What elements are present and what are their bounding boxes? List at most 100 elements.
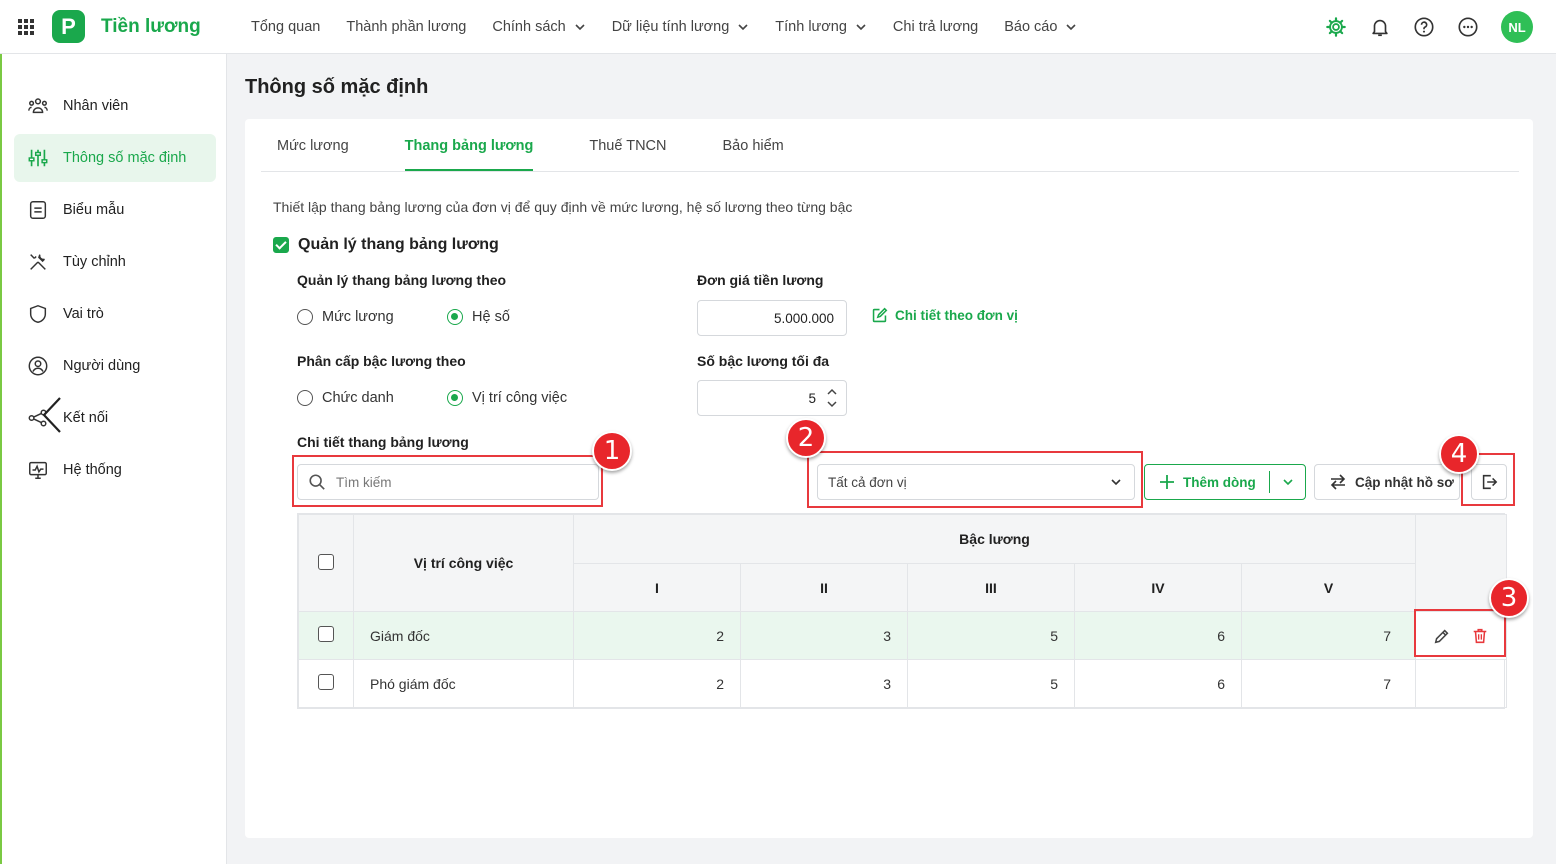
nav-thanh-phan-luong[interactable]: Thành phần lương <box>346 19 466 35</box>
nav-du-lieu-tinh-luong[interactable]: Dữ liệu tính lương <box>612 19 750 35</box>
column-group-grades: Bậc lương <box>572 514 1417 564</box>
row-grade-value[interactable]: 6 <box>1074 611 1242 660</box>
top-bar: P Tiền lương Tổng quan Thành phần lương … <box>0 0 1556 54</box>
annotation-badge-2: 2 <box>786 418 826 458</box>
main-nav: Tổng quan Thành phần lương Chính sách Dữ… <box>231 0 1103 54</box>
add-row-main[interactable]: Thêm dòng <box>1145 471 1270 493</box>
edit-pencil-icon[interactable] <box>1433 627 1451 645</box>
checkbox-checked[interactable] <box>273 237 289 253</box>
bell-icon[interactable] <box>1369 16 1391 38</box>
settings-card: Mức lương Thang bảng lương Thuế TNCN Bảo… <box>245 119 1533 838</box>
manage-salary-scale-checkbox[interactable]: Quản lý thang bảng lương <box>273 236 499 254</box>
sidebar-item-bieu-mau[interactable]: Biểu mẫu <box>14 186 216 234</box>
unit-price-input[interactable]: 5.000.000 <box>697 300 847 336</box>
annotation-badge-4: 4 <box>1439 434 1479 474</box>
column-header-grade-3: III <box>907 563 1075 612</box>
column-header-grade-2: II <box>740 563 908 612</box>
apps-grid-icon[interactable] <box>0 0 52 54</box>
search-icon <box>309 474 325 490</box>
unit-price-label: Đơn giá tiền lương <box>697 272 824 288</box>
export-button[interactable] <box>1471 464 1507 500</box>
unit-select[interactable]: Tất cả đơn vị <box>817 464 1135 500</box>
sidebar-item-label: Hệ thống <box>63 462 122 478</box>
tab-bar: Mức lương Thang bảng lương Thuế TNCN Bảo… <box>261 119 1519 172</box>
sidebar-item-label: Tùy chỉnh <box>63 254 126 270</box>
table-row[interactable]: Phó giám đốc 2 3 5 6 7 <box>298 659 1508 708</box>
row-grade-value[interactable]: 7 <box>1240 659 1417 708</box>
detail-section-label: Chi tiết thang bảng lương <box>297 434 469 450</box>
row-grade-value[interactable]: 6 <box>1074 659 1242 708</box>
app-title[interactable]: Tiền lương <box>101 16 231 38</box>
max-grades-label: Số bậc lương tối đa <box>697 353 830 369</box>
row-grade-value[interactable]: 3 <box>740 611 908 660</box>
grade-by-label: Phân cấp bậc lương theo <box>297 353 466 369</box>
select-all-cell <box>298 514 354 612</box>
sidebar-item-nhan-vien[interactable]: Nhân viên <box>14 82 216 130</box>
search-input[interactable]: Tìm kiếm <box>297 464 599 500</box>
user-icon <box>28 356 48 376</box>
chevron-down-icon <box>575 23 585 30</box>
row-grade-value[interactable]: 2 <box>573 659 741 708</box>
sidebar-item-label: Nhân viên <box>63 98 129 114</box>
row-grade-value[interactable]: 2 <box>573 611 741 660</box>
delete-trash-icon[interactable] <box>1471 627 1489 645</box>
sidebar-item-vai-tro[interactable]: Vai trò <box>14 290 216 338</box>
form-icon <box>29 201 47 219</box>
add-row-button[interactable]: Thêm dòng <box>1144 464 1306 500</box>
add-row-dropdown[interactable] <box>1270 476 1305 488</box>
radio-he-so[interactable]: Hệ số <box>447 309 510 325</box>
nav-chinh-sach[interactable]: Chính sách <box>492 19 585 35</box>
chevron-down-icon <box>1282 479 1293 486</box>
salary-scale-table: Vị trí công việc Bậc lương I II III IV V… <box>297 513 1508 709</box>
column-header-grade-5: V <box>1240 563 1417 612</box>
annotation-badge-3: 3 <box>1489 578 1529 618</box>
app-logo[interactable]: P <box>52 10 85 43</box>
sidebar-item-label: Thông số mặc định <box>63 150 187 166</box>
sliders-icon <box>28 149 48 167</box>
nav-tong-quan[interactable]: Tổng quan <box>251 19 320 35</box>
row-grade-value[interactable]: 7 <box>1240 611 1417 660</box>
row-checkbox[interactable] <box>318 674 334 690</box>
tab-thue-tncn[interactable]: Thuế TNCN <box>589 138 666 171</box>
sidebar-item-label: Biểu mẫu <box>63 202 125 218</box>
tab-muc-luong[interactable]: Mức lương <box>277 138 349 171</box>
table-row[interactable]: Giám đốc 2 3 5 6 7 <box>298 611 1508 660</box>
sidebar-item-thong-so-mac-dinh[interactable]: Thông số mặc định <box>14 134 216 182</box>
tab-bao-hiem[interactable]: Bảo hiểm <box>722 138 783 171</box>
row-checkbox[interactable] <box>318 626 334 642</box>
swap-icon <box>1330 474 1346 490</box>
more-options-icon[interactable] <box>1457 16 1479 38</box>
tab-thang-bang-luong[interactable]: Thang bảng lương <box>404 138 534 171</box>
radio-muc-luong[interactable]: Mức lương <box>297 309 394 325</box>
sidebar-item-label: Kết nối <box>63 410 109 426</box>
nav-chi-tra-luong[interactable]: Chi trả lương <box>893 19 978 35</box>
row-grade-value[interactable]: 3 <box>740 659 908 708</box>
previous-arrow-icon[interactable] <box>38 395 66 435</box>
max-grades-stepper[interactable]: 5 <box>697 380 847 416</box>
sidebar-item-nguoi-dung[interactable]: Người dùng <box>14 342 216 390</box>
chevron-down-icon <box>738 23 748 30</box>
select-all-checkbox[interactable] <box>318 553 334 570</box>
radio-vi-tri-cong-viec[interactable]: Vị trí công việc <box>447 390 567 406</box>
row-grade-value[interactable]: 5 <box>907 659 1075 708</box>
sidebar-item-tuy-chinh[interactable]: Tùy chỉnh <box>14 238 216 286</box>
sidebar-item-he-thong[interactable]: Hệ thống <box>14 446 216 494</box>
row-grade-value[interactable]: 5 <box>907 611 1075 660</box>
update-profile-button[interactable]: Cập nhật hồ sơ <box>1314 464 1460 500</box>
unit-detail-link[interactable]: Chi tiết theo đơn vị <box>871 307 1018 324</box>
nav-tinh-luong[interactable]: Tính lương <box>775 19 867 35</box>
row-actions-cell <box>1415 611 1508 660</box>
sidebar-item-label: Người dùng <box>63 358 141 374</box>
annotation-badge-1: 1 <box>592 431 632 471</box>
user-avatar[interactable]: NL <box>1501 11 1533 43</box>
sidebar-item-label: Vai trò <box>63 306 104 322</box>
edit-icon <box>872 307 888 323</box>
column-header-position[interactable]: Vị trí công việc <box>353 514 574 612</box>
section-description: Thiết lập thang bảng lương của đơn vị để… <box>273 199 853 215</box>
settings-gear-icon[interactable] <box>1325 16 1347 38</box>
stepper-arrows-icon[interactable] <box>826 386 838 410</box>
nav-bao-cao[interactable]: Báo cáo <box>1004 19 1077 35</box>
plus-icon <box>1160 475 1174 489</box>
help-icon[interactable] <box>1413 16 1435 38</box>
radio-chuc-danh[interactable]: Chức danh <box>297 390 394 406</box>
